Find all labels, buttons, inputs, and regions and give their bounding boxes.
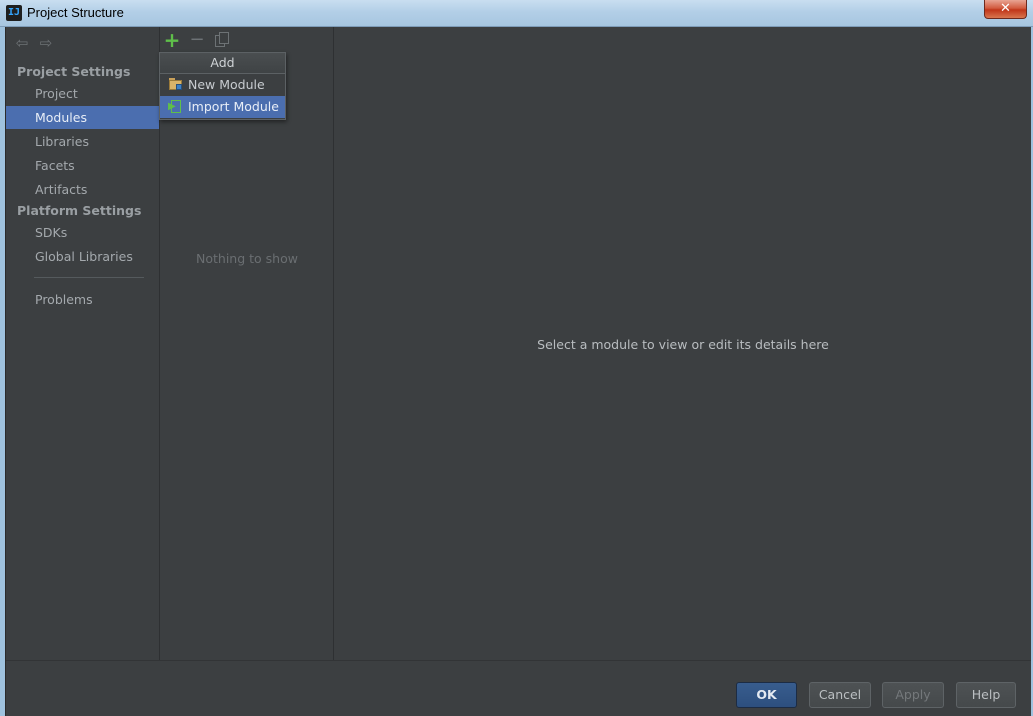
nav-item-artifacts[interactable]: Artifacts <box>6 178 159 201</box>
nav-item-modules[interactable]: Modules <box>6 106 159 129</box>
module-list-toolbar: + − <box>160 29 334 51</box>
nav-item-libraries[interactable]: Libraries <box>6 130 159 153</box>
details-placeholder: Select a module to view or edit its deta… <box>537 337 829 352</box>
project-structure-dialog: ⇦ ⇨ Project Settings Project Modules Lib… <box>5 27 1031 716</box>
ok-button[interactable]: OK <box>736 682 797 708</box>
menu-item-label: Import Module <box>188 99 279 114</box>
minus-icon: − <box>189 29 205 50</box>
empty-list-message: Nothing to show <box>196 251 298 266</box>
section-project-settings: Project Settings <box>17 64 131 79</box>
menu-item-label: New Module <box>188 77 265 92</box>
intellij-app-icon: IJ <box>6 5 22 21</box>
close-icon: ✕ <box>1000 1 1011 16</box>
import-module-icon: ▶ <box>168 100 183 113</box>
nav-item-problems[interactable]: Problems <box>6 288 159 311</box>
nav-item-global-libraries[interactable]: Global Libraries <box>6 245 159 268</box>
cancel-button[interactable]: Cancel <box>809 682 871 708</box>
copy-icon <box>215 32 229 48</box>
dialog-button-bar: OK Cancel Apply Help <box>6 660 1031 716</box>
help-button[interactable]: Help <box>956 682 1016 708</box>
menu-item-new-module[interactable]: New Module <box>160 74 285 96</box>
window-title-bar: IJ Project Structure ✕ <box>0 0 1033 27</box>
nav-divider <box>34 277 144 278</box>
add-popup-menu: Add New Module ▶ Import Module <box>159 52 286 120</box>
nav-item-project[interactable]: Project <box>6 82 159 105</box>
remove-button[interactable]: − <box>187 30 207 50</box>
close-window-button[interactable]: ✕ <box>984 0 1027 19</box>
copy-button[interactable] <box>212 30 232 50</box>
plus-icon: + <box>163 28 181 52</box>
back-arrow-icon[interactable]: ⇦ <box>14 35 30 51</box>
window-title: Project Structure <box>27 5 124 20</box>
folder-module-icon <box>169 78 183 91</box>
section-platform-settings: Platform Settings <box>17 203 142 218</box>
module-details-panel: Select a module to view or edit its deta… <box>335 27 1031 660</box>
popup-header: Add <box>160 53 285 74</box>
nav-item-facets[interactable]: Facets <box>6 154 159 177</box>
module-list-panel: + − Nothing to show <box>160 27 334 660</box>
add-button[interactable]: + <box>162 30 182 50</box>
settings-navigation: ⇦ ⇨ Project Settings Project Modules Lib… <box>6 27 160 660</box>
menu-item-import-module[interactable]: ▶ Import Module <box>160 96 285 118</box>
forward-arrow-icon[interactable]: ⇨ <box>38 35 54 51</box>
apply-button[interactable]: Apply <box>882 682 944 708</box>
nav-item-sdks[interactable]: SDKs <box>6 221 159 244</box>
